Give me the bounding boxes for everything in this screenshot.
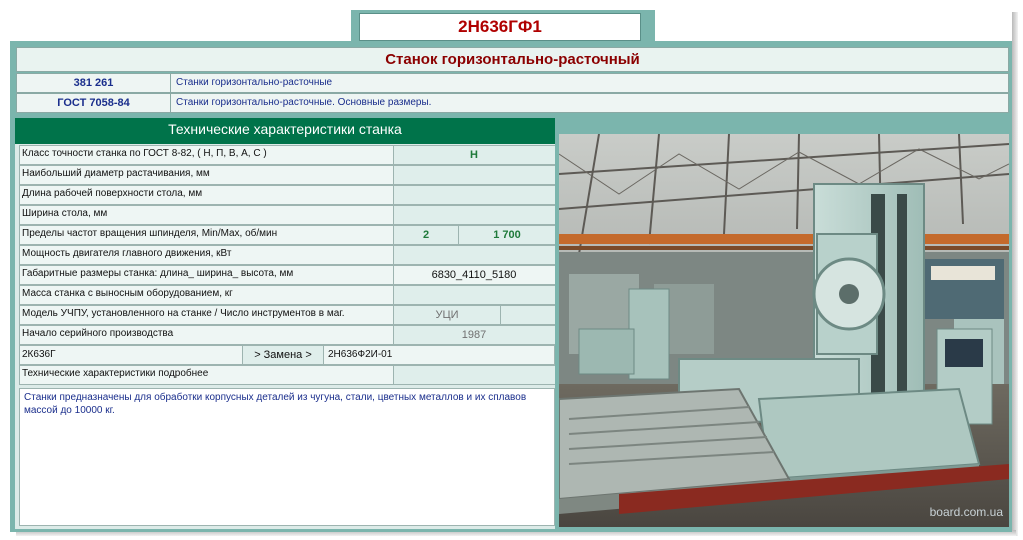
spec-value: Н [470, 149, 478, 161]
spec-label: Габаритные размеры станка: длина_ ширина… [22, 268, 294, 279]
spec-value: 6830_4110_5180 [431, 269, 517, 281]
specs-panel: Технические характеристики станка Класс … [15, 118, 555, 529]
spec-row: Начало серийного производства 1987 [19, 325, 555, 345]
next-model[interactable]: 2Н636Ф2И-01 [328, 346, 392, 364]
spec-label: Начало серийного производства [22, 328, 174, 339]
spec-label: Ширина стола, мм [22, 208, 108, 219]
standard-description: Станки горизонтально-расточные [176, 77, 333, 88]
spec-label: Класс точности станка по ГОСТ 8-82, ( Н,… [22, 148, 267, 159]
spec-label: Мощность двигателя главного движения, кВ… [22, 248, 232, 259]
replacement-row: 2К636Г > Замена > 2Н636Ф2И-01 [19, 345, 555, 365]
model-title: 2Н636ГФ1 [359, 13, 641, 41]
spec-row: Длина рабочей поверхности стола, мм [19, 185, 555, 205]
standard-description: Станки горизонтально-расточные. Основные… [176, 97, 432, 108]
standard-code[interactable]: ГОСТ 7058-84 [17, 94, 171, 112]
spec-row: Ширина стола, мм [19, 205, 555, 225]
machine-photo-image [559, 134, 1009, 527]
machine-type-header: Станок горизонтально-расточный [16, 47, 1009, 72]
more-specs-link[interactable]: Технические характеристики подробнее [22, 366, 208, 382]
spec-row: Мощность двигателя главного движения, кВ… [19, 245, 555, 265]
spec-row: Класс точности станка по ГОСТ 8-82, ( Н,… [19, 145, 555, 165]
spec-row: Наибольший диаметр растачивания, мм [19, 165, 555, 185]
spec-label: Пределы частот вращения шпинделя, Min/Ma… [22, 228, 278, 239]
replacement-label: > Замена > [242, 346, 324, 364]
machine-photo: board.com.ua [559, 134, 1009, 527]
spec-row: Пределы частот вращения шпинделя, Min/Ma… [19, 225, 555, 245]
spec-row: Модель УЧПУ, установленного на станке / … [19, 305, 555, 325]
spec-row: Габаритные размеры станка: длина_ ширина… [19, 265, 555, 285]
standard-row: 381 261 Станки горизонтально-расточные [16, 73, 1009, 93]
specs-header: Технические характеристики станка [15, 118, 555, 144]
spec-label: Масса станка с выносным оборудованием, к… [22, 288, 233, 299]
machine-description: Станки предназначены для обработки корпу… [19, 388, 555, 526]
spec-label: Длина рабочей поверхности стола, мм [22, 188, 203, 199]
more-specs-row[interactable]: Технические характеристики подробнее [19, 365, 555, 385]
previous-model[interactable]: 2К636Г [22, 346, 56, 364]
spec-label: Наибольший диаметр растачивания, мм [22, 168, 210, 179]
spec-label: Модель УЧПУ, установленного на станке / … [22, 308, 345, 319]
spec-value: 1987 [461, 329, 487, 341]
spindle-speed-min: 2 [422, 229, 430, 241]
cnc-model-value: УЦИ [435, 309, 459, 321]
standard-row: ГОСТ 7058-84 Станки горизонтально-расточ… [16, 93, 1009, 113]
standard-code[interactable]: 381 261 [17, 74, 171, 92]
window-shadow-right [1012, 12, 1018, 536]
spindle-speed-max: 1 700 [458, 226, 555, 244]
spec-row: Масса станка с выносным оборудованием, к… [19, 285, 555, 305]
photo-watermark: board.com.ua [929, 505, 1003, 519]
